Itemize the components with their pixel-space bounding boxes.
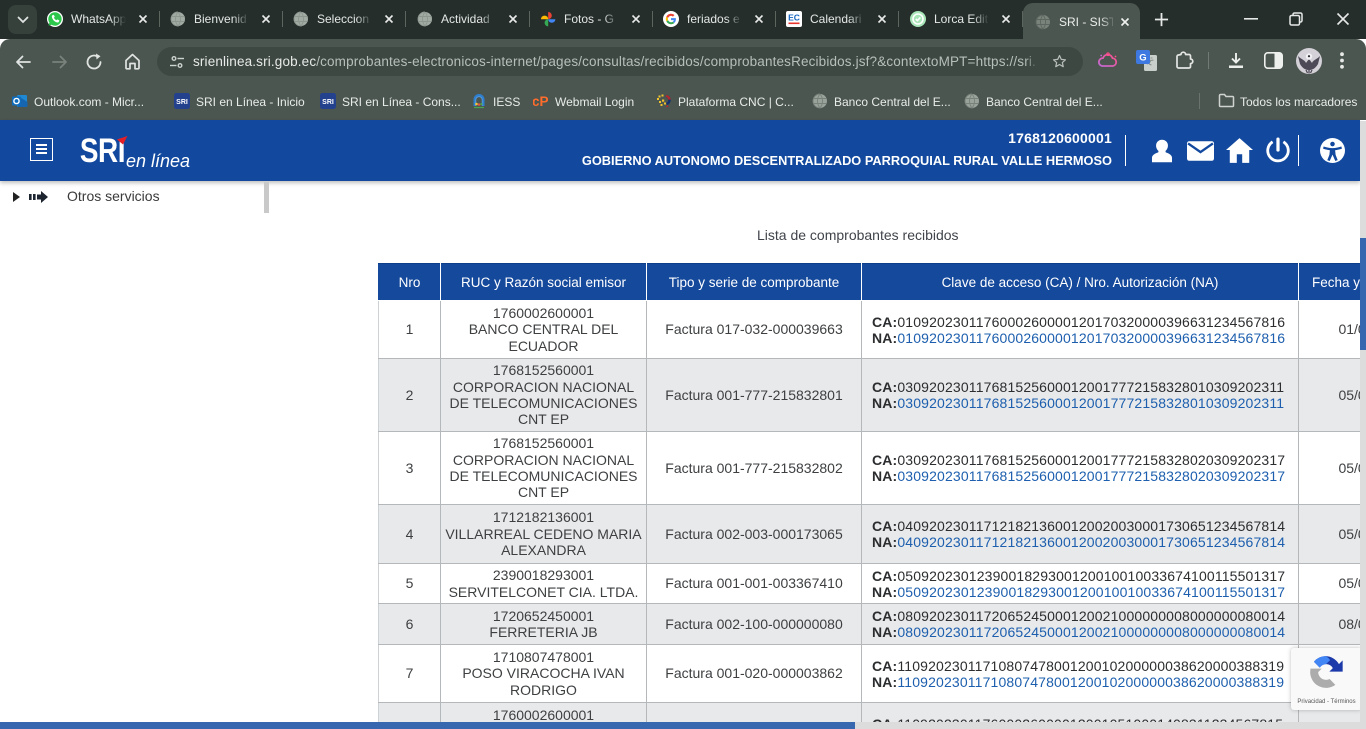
svg-text:cP: cP	[533, 94, 549, 109]
svg-text:SRI: SRI	[322, 99, 334, 106]
svg-text:SRI: SRI	[80, 131, 125, 169]
svg-text:en línea: en línea	[126, 151, 190, 171]
svg-text:G: G	[1139, 53, 1146, 64]
svg-text:EC: EC	[788, 13, 800, 23]
svg-text:SRI: SRI	[176, 99, 188, 106]
